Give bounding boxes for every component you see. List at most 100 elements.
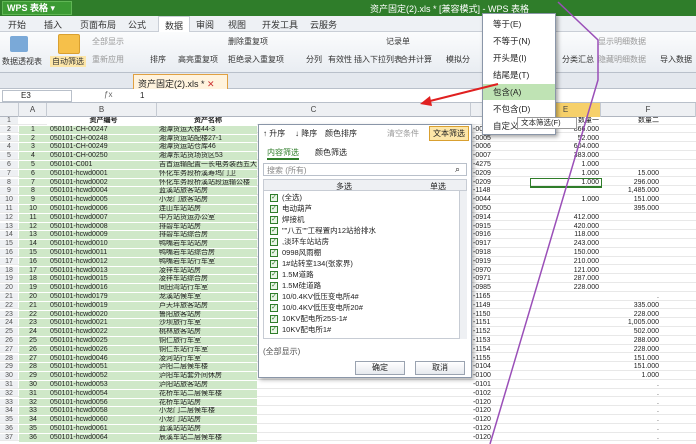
cell-c[interactable]: 花桥车站二层候车楼 [157,389,257,398]
row-number[interactable]: 26 [0,337,18,344]
cell-c[interactable]: 吉首运输配置一长电务装西五大楼 [157,161,257,169]
cell-b[interactable]: 050101-hcwd0016 [47,284,157,292]
cell-a[interactable]: 16 [19,257,47,266]
cell-b[interactable]: 050101-hcwd0011 [47,249,157,257]
row-number[interactable]: 6 [0,161,18,168]
cell-a[interactable]: 33 [19,407,47,416]
checkbox[interactable]: ✓ [270,194,278,203]
select-all-corner[interactable] [0,103,19,117]
reapply-button[interactable]: 重新应用 [92,54,124,65]
menu-review[interactable]: 审阅 [196,18,214,31]
menu-home[interactable]: 开始 [8,18,26,31]
simulate-button[interactable]: 模拟分 [446,54,470,65]
cell-c[interactable]: 怀化车务段桥溪寿坞门卫 [157,169,257,178]
row-number[interactable]: 24 [0,319,18,326]
row-number[interactable]: 11 [0,205,18,212]
checkbox[interactable]: ✓ [270,315,278,324]
row-number[interactable]: 22 [0,301,18,309]
row-number[interactable]: 8 [0,178,18,186]
cell-a[interactable]: 15 [19,249,47,257]
checkbox[interactable]: ✓ [270,260,278,269]
menu-formula[interactable]: 公式 [128,18,146,31]
cell-a[interactable]: 18 [19,275,47,284]
row-number[interactable]: 23 [0,310,18,318]
row-number[interactable]: 36 [0,425,18,432]
cell-b[interactable]: 050101-hcwd0056 [47,398,157,407]
cell-f[interactable]: 1,485.000 [601,187,661,195]
import-data-button[interactable]: 导入数据 [660,54,692,65]
row-number[interactable]: 1 [0,117,18,124]
cell-c[interactable]: 小龙门站站房 [157,416,257,424]
cell-b[interactable]: 050101-hcwd0012 [47,257,157,266]
cell-b[interactable]: 050101-CH-00250 [47,152,157,160]
sort-desc-button[interactable]: ↓ 降序 [295,128,317,139]
cell-c[interactable]: 连山车站站房 [157,205,257,213]
tab-color-filter[interactable]: 颜色筛选 [315,147,347,158]
cell-c[interactable]: 芦天坪旅客站房 [157,301,257,310]
row-number[interactable]: 29 [0,363,18,370]
menu-cloud[interactable]: 云服务 [310,18,337,31]
checkbox[interactable]: ✓ [270,326,278,335]
color-sort-button[interactable]: 颜色排序 [325,128,357,139]
row-number[interactable]: 19 [0,275,18,282]
app-menu-button[interactable]: WPS 表格 ▾ [2,1,72,15]
menu-data[interactable]: 数据 [158,16,191,32]
cell-c[interactable]: 中方站货运办公室 [157,213,257,222]
sort-button[interactable]: 排序 [150,54,166,65]
cell-b[interactable]: 050101-C001 [47,161,157,169]
cell-b[interactable]: 050101-CH-00247 [47,125,157,134]
cell-f[interactable]: . [601,390,661,398]
cell-f[interactable]: 数量二 [601,117,661,125]
filter-list-item[interactable]: ✓ 1.5M硅道路 [270,281,321,291]
cell-b[interactable]: 050101-CH-00249 [47,143,157,152]
cell-a[interactable]: 22 [19,310,47,319]
ok-button[interactable]: 确定 [355,361,405,375]
cell-c[interactable]: 泸阳站旅客站房 [157,381,257,389]
cell-a[interactable]: 12 [19,222,47,231]
cell-a[interactable]: 23 [19,319,47,328]
row-number[interactable]: 9 [0,187,18,194]
cell-b[interactable]: 050101-hcwd0058 [47,407,157,416]
checkbox[interactable]: ✓ [270,304,278,313]
row-number[interactable]: 13 [0,222,18,230]
cell-a[interactable]: 35 [19,425,47,433]
show-detail-button[interactable]: 显示明细数据 [598,36,646,47]
tab-content-filter[interactable]: 内容筛选 [267,147,299,160]
cell-c[interactable]: 湘潭货运大楼44-3 [157,125,257,134]
cell-b[interactable]: 050101-hcwd0179 [47,293,157,301]
cell-b[interactable]: 050101-hcwd0002 [47,178,157,187]
cell-a[interactable]: 29 [19,372,47,380]
cell-c[interactable]: 铜仁东站行车室 [157,345,257,354]
checkbox[interactable]: ✓ [270,238,278,247]
checkbox[interactable]: ✓ [270,227,278,236]
cell-c[interactable]: 蓝溪站站站房 [157,425,257,433]
formula-input[interactable]: 1 [140,91,144,100]
menu-view[interactable]: 视图 [228,18,246,31]
filter-list-item[interactable]: ✓ 0998风雨棚 [270,248,321,258]
cell-c[interactable]: 泸阳车站套外间休房 [157,372,257,380]
cell-b[interactable]: 050101-hcwd0060 [47,416,157,424]
cell-a[interactable]: 7 [19,178,47,187]
row-number[interactable]: 18 [0,266,18,274]
insert-dropdown-button[interactable]: 插入下拉列表 [354,54,402,65]
row-number[interactable]: 15 [0,240,18,247]
cell-f[interactable]: 502.000 [601,328,661,336]
filter-list[interactable]: ✓ (全选) ✓ 电动葫芦 ✓ 焊接机 ✓ ""八五""工程置内12站拾排水 ✓ ,淡环车站站房 ✓… [263,191,467,339]
row-number[interactable]: 14 [0,231,18,238]
split-column-button[interactable]: 分列 [306,54,322,65]
cell-b[interactable]: 050101-hcwd0001 [47,169,157,178]
cell-b[interactable]: 050101-hcwd0061 [47,425,157,433]
row-number[interactable]: 4 [0,143,18,150]
cell-b[interactable]: 050101-hcwd0009 [47,231,157,240]
cell-c[interactable]: 辰溪车站二层候车楼 [157,433,257,442]
cell-f[interactable]: 395.000 [601,205,661,213]
cell-b[interactable]: 050101-hcwd0054 [47,389,157,398]
name-box[interactable]: E3 [2,90,72,102]
validity-button[interactable]: 有效性 [328,54,352,65]
row-number[interactable]: 3 [0,134,18,142]
row-number[interactable]: 10 [0,196,18,203]
cell-a[interactable]: 26 [19,345,47,354]
cell-c[interactable]: 怀化车务段桥溪站段运输公楼 [157,178,257,187]
row-number[interactable]: 27 [0,345,18,353]
row-number[interactable]: 21 [0,293,18,300]
